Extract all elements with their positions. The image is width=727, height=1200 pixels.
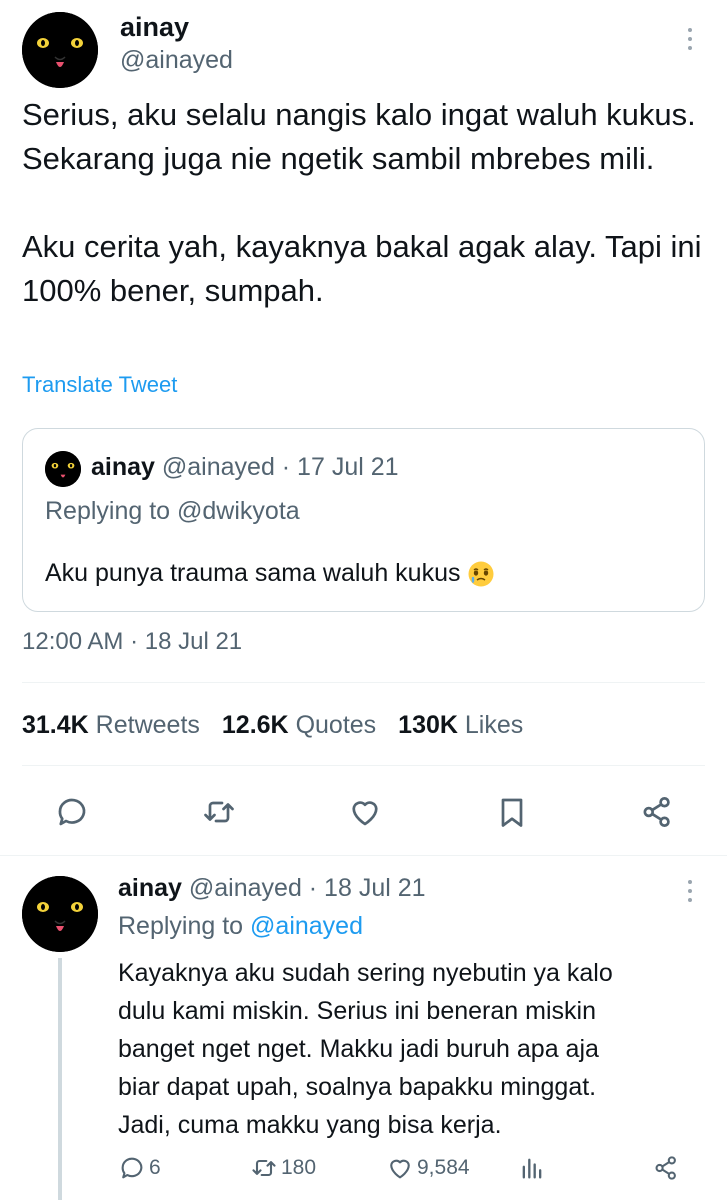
quoted-handle-date: @ainayed · 17 Jul 21 [161,453,399,481]
author-name[interactable]: ainay [120,12,189,43]
share-icon [643,797,670,827]
retweet-icon [252,1159,276,1177]
tweet-text: Serius, aku selalu nangis kalo ingat wal… [22,97,702,308]
reply-author-avatar[interactable] [22,876,98,952]
like-count: 9,584 [417,1156,470,1179]
reply-like-button[interactable]: 9,584 [386,1154,470,1182]
quoted-tweet-text-row: Aku punya trauma sama waluh kukus [45,559,495,588]
bookmark-button[interactable] [490,790,534,834]
tweet-stats: 31.4K Retweets 12.6K Quotes 130K Likes [22,711,523,740]
reply-button[interactable] [50,790,94,834]
face-holding-back-tears-icon [468,561,493,586]
like-icon [352,801,378,826]
like-button[interactable] [343,790,387,834]
quoted-author-avatar [45,451,81,487]
likes-stat[interactable]: 130K Likes [398,711,523,740]
thread-line [58,958,62,1200]
reply-share-button[interactable] [652,1154,680,1182]
reply-author-name[interactable]: ainay [118,874,182,902]
black-cat-face-icon [45,451,81,487]
reply-reply-button[interactable]: 6 [118,1154,161,1182]
reply-icon [58,798,86,826]
replying-to-handle-link[interactable]: @ainayed [250,912,363,940]
black-cat-face-icon [22,876,98,952]
share-button[interactable] [635,790,679,834]
quoted-tweet-text: Aku punya trauma sama waluh kukus [45,559,461,587]
divider [22,682,705,683]
reply-action-bar: 6 180 9,584 [118,1154,698,1190]
retweets-stat[interactable]: 31.4K Retweets [22,711,200,740]
quoted-tweet-card[interactable]: ainay @ainayed · 17 Jul 21 Replying to @… [22,428,705,612]
reply-more-options-icon[interactable] [686,880,694,902]
quoted-replying-to: Replying to @dwikyota [45,497,300,525]
share-icon [655,1156,676,1180]
quoted-author-name: ainay [91,453,155,481]
analytics-button[interactable] [518,1154,546,1182]
tweet-action-bar [50,790,690,834]
retweet-icon [204,801,234,823]
bookmark-icon [501,798,523,827]
author-avatar[interactable] [22,12,98,88]
reply-handle-date[interactable]: @ainayed · 18 Jul 21 [189,874,426,902]
translate-tweet-link[interactable]: Translate Tweet [22,372,177,398]
analytics-icon [522,1158,542,1179]
more-options-icon[interactable] [686,28,694,50]
divider [22,765,705,766]
reply-retweet-button[interactable]: 180 [250,1154,316,1182]
reply-count: 6 [149,1156,161,1179]
retweet-count: 180 [281,1156,317,1179]
author-handle[interactable]: @ainayed [120,46,233,75]
reply-text: Kayaknya aku sudah sering nyebutin ya ka… [118,959,613,1139]
black-cat-face-icon [22,12,98,88]
quotes-stat[interactable]: 12.6K Quotes [222,711,376,740]
retweet-button[interactable] [197,790,241,834]
divider [0,855,727,856]
reply-replying-to: Replying to @ainayed [118,912,363,940]
like-icon [390,1159,410,1179]
tweet-timestamp[interactable]: 12:00 AM · 18 Jul 21 [22,628,242,656]
reply-icon [121,1157,143,1179]
